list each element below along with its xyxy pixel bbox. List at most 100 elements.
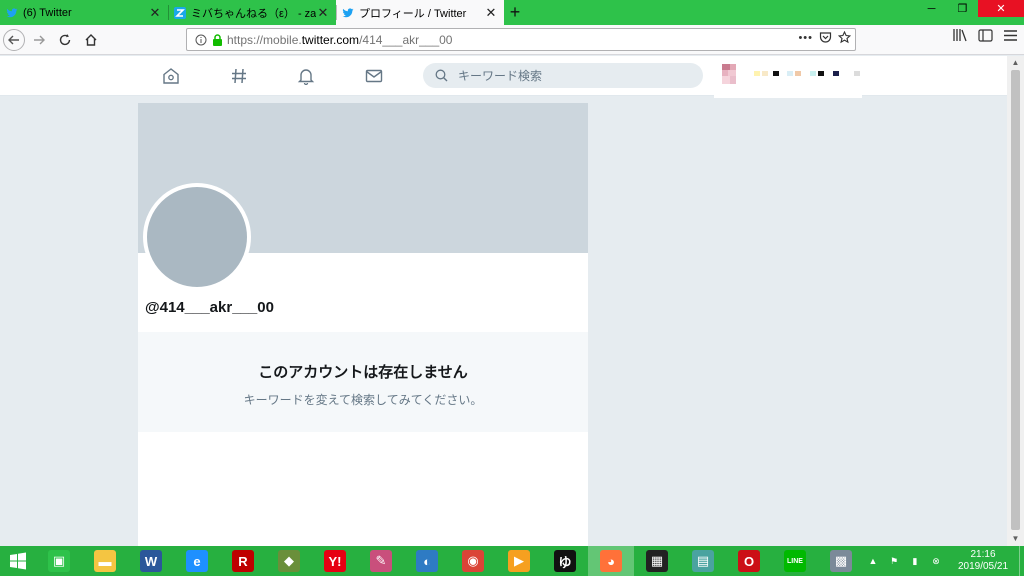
menu-hamburger-icon[interactable] xyxy=(1003,29,1018,42)
taskbar-app-button[interactable]: ◉ xyxy=(450,546,496,576)
minimize-button[interactable]: ─ xyxy=(916,0,947,17)
pocket-icon[interactable] xyxy=(819,31,832,44)
url-bar[interactable]: https://mobile.twitter.com/414___akr___0… xyxy=(186,28,856,51)
twitter-bird-icon xyxy=(6,7,18,19)
yu-app-icon: ゆ xyxy=(554,550,576,572)
profile-handle: @414___akr___00 xyxy=(145,299,274,316)
home-button[interactable] xyxy=(79,28,103,52)
library-icon[interactable] xyxy=(952,28,968,42)
notifications-nav-button[interactable] xyxy=(295,65,317,87)
taskbar-app-button[interactable]: ▣ xyxy=(36,546,82,576)
explore-nav-button[interactable] xyxy=(228,65,250,87)
info-icon[interactable] xyxy=(195,34,207,46)
battery-icon[interactable]: ▮ xyxy=(907,553,923,569)
search-placeholder: キーワード検索 xyxy=(458,69,543,83)
taskbar-app-button[interactable]: Y! xyxy=(312,546,358,576)
close-window-button[interactable]: ✕ xyxy=(978,0,1024,17)
account-menu[interactable] xyxy=(714,56,862,98)
yahoo-icon: Y! xyxy=(324,550,346,572)
firefox-icon: ◕ xyxy=(600,550,622,572)
url-text[interactable]: https://mobile.twitter.com/414___akr___0… xyxy=(227,33,452,47)
obscured-avatar-icon xyxy=(722,64,860,84)
arrow-right-icon xyxy=(34,35,45,44)
messages-nav-button[interactable] xyxy=(363,65,385,87)
close-tab-icon[interactable]: ✕ xyxy=(148,5,162,20)
bell-icon xyxy=(297,69,315,85)
system-tray: ▲ ⚑ ▮ ⊗ 21:16 2019/05/21 xyxy=(865,546,1024,576)
empty-state-subtitle: キーワードを変えて検索してみてください。 xyxy=(243,393,483,407)
taskbar-app-button[interactable]: ✎ xyxy=(358,546,404,576)
sidebar-icon[interactable] xyxy=(978,28,993,42)
flag-icon[interactable]: ⚑ xyxy=(886,553,902,569)
start-button[interactable] xyxy=(0,546,36,576)
tab-twitter-home[interactable]: (6) Twitter ✕ xyxy=(0,0,168,25)
page-actions: ••• xyxy=(798,31,851,44)
empty-state: このアカウントは存在しません キーワードを変えて検索してみてください。 xyxy=(138,332,588,432)
home-icon xyxy=(85,33,97,46)
taskbar-app-button[interactable]: R xyxy=(220,546,266,576)
game-icon: ◆ xyxy=(278,550,300,572)
internet-explorer-icon: e xyxy=(186,550,208,572)
network-disconnected-icon[interactable]: ⊗ xyxy=(928,553,944,569)
taskbar-app-button[interactable]: ▶ xyxy=(496,546,542,576)
taskbar-app-button[interactable]: ▤ xyxy=(680,546,726,576)
empty-state-title: このアカウントは存在しません xyxy=(258,364,468,381)
taskbar-app-button[interactable]: LINE xyxy=(772,546,818,576)
taskbar-app-button[interactable]: ▩ xyxy=(818,546,864,576)
scrollbar-thumb[interactable] xyxy=(1011,70,1020,530)
taskbar-app-button[interactable]: ◆ xyxy=(266,546,312,576)
restore-button[interactable]: ❐ xyxy=(947,0,978,17)
windows-taskbar: ▣ ▬ We R ◆ Y! ✎ ◐ ◉ ▶ ゆ ◕ ▦ ▤ O LINE ▩ ▲ ⚑ ▮ ⊗ 21:16 201… xyxy=(0,546,1024,576)
new-tab-button[interactable]: + xyxy=(504,0,526,25)
scroll-down-icon[interactable]: ▼ xyxy=(1007,532,1024,546)
bookmark-star-icon[interactable] xyxy=(838,31,851,44)
taskbar-app-button[interactable]: ゆ xyxy=(542,546,588,576)
taskbar-app-button[interactable]: O xyxy=(726,546,772,576)
clock-time: 21:16 xyxy=(970,549,996,560)
tab-label: ミバちゃんねる（ε） - zawazaw xyxy=(191,7,316,20)
search-icon xyxy=(435,69,448,82)
vertical-scrollbar[interactable]: ▲ ▼ xyxy=(1007,56,1024,546)
profile-card: @414___akr___00 このアカウントは存在しません キーワードを変えて… xyxy=(138,103,588,546)
windows-logo-icon xyxy=(10,552,26,570)
show-desktop-button[interactable] xyxy=(1019,546,1024,576)
file-explorer-icon: ▬ xyxy=(94,550,116,572)
taskbar-app-button[interactable]: ◕ xyxy=(588,546,634,576)
search-input[interactable]: キーワード検索 xyxy=(423,63,703,88)
back-button[interactable] xyxy=(3,28,25,51)
scroll-up-icon[interactable]: ▲ xyxy=(1007,56,1024,70)
rakuten-icon: R xyxy=(232,550,254,572)
browser-tab-bar: (6) Twitter ✕ ミバちゃんねる（ε） - zawazaw ✕ プロフ… xyxy=(0,0,1024,25)
browser-nav-bar: https://mobile.twitter.com/414___akr___0… xyxy=(0,25,1024,55)
profile-avatar xyxy=(143,183,251,291)
page-actions-menu-icon[interactable]: ••• xyxy=(798,32,813,44)
tab-zawazawa[interactable]: ミバちゃんねる（ε） - zawazaw ✕ xyxy=(168,0,336,25)
reload-button[interactable] xyxy=(53,28,77,52)
taskbar-app-button[interactable]: e xyxy=(174,546,220,576)
book-app-icon: ▤ xyxy=(692,550,714,572)
close-tab-icon[interactable]: ✕ xyxy=(484,5,498,20)
forward-button[interactable] xyxy=(27,28,51,52)
paint-icon: ✎ xyxy=(370,550,392,572)
tab-profile-twitter[interactable]: プロフィール / Twitter ✕ xyxy=(336,0,504,25)
word-icon: W xyxy=(140,550,162,572)
video-editor-icon: ▦ xyxy=(646,550,668,572)
lock-icon xyxy=(212,33,223,46)
taskbar-app-button[interactable]: ▦ xyxy=(634,546,680,576)
home-nav-button[interactable] xyxy=(160,65,182,87)
store-icon: ▣ xyxy=(48,550,70,572)
taskbar-app-button[interactable]: ▬ xyxy=(82,546,128,576)
home-icon xyxy=(163,68,179,84)
close-tab-icon[interactable]: ✕ xyxy=(316,5,330,20)
taskbar-app-button[interactable]: ◐ xyxy=(404,546,450,576)
taskbar-clock[interactable]: 21:16 2019/05/21 xyxy=(953,549,1013,573)
url-scheme: https://mobile. xyxy=(227,32,302,47)
network-globe-icon: ◐ xyxy=(416,550,438,572)
taskbar-app-button[interactable]: W xyxy=(128,546,174,576)
chrome-icon: ◉ xyxy=(462,550,484,572)
taskbar-apps: ▣ ▬ We R ◆ Y! ✎ ◐ ◉ ▶ ゆ ◕ ▦ ▤ O LINE ▩ xyxy=(36,546,864,576)
arrow-left-icon xyxy=(8,35,19,44)
tab-label: プロフィール / Twitter xyxy=(359,7,467,20)
tray-overflow-icon[interactable]: ▲ xyxy=(865,553,881,569)
hashtag-icon xyxy=(232,68,246,84)
